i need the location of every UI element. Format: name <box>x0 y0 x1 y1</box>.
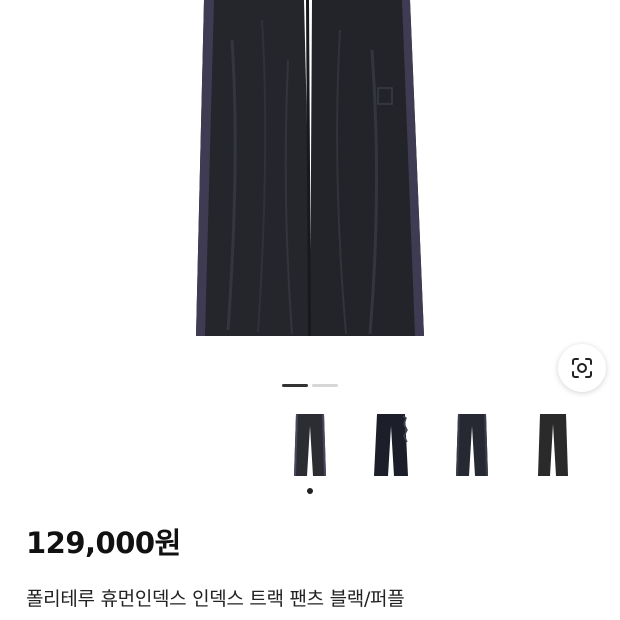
variant-thumbnail-3[interactable] <box>444 404 501 484</box>
pants-thumbnail-icon <box>374 414 408 476</box>
pants-thumbnail-icon <box>294 414 326 476</box>
selected-variant-indicator <box>307 488 313 494</box>
visual-search-icon <box>572 358 592 378</box>
visual-search-button[interactable] <box>558 344 606 392</box>
product-price: 129,000원 <box>26 526 181 560</box>
color-variant-thumbnails <box>282 404 582 484</box>
variant-thumbnail-2[interactable] <box>363 404 420 484</box>
track-pants-illustration <box>196 0 424 336</box>
pants-thumbnail-icon <box>538 414 568 476</box>
pagination-dot-active[interactable] <box>282 384 308 387</box>
variant-thumbnail-1[interactable] <box>282 404 339 484</box>
product-title: 폴리테루 휴먼인덱스 인덱스 트랙 팬츠 블랙/퍼플 <box>26 588 405 610</box>
product-image[interactable] <box>0 0 620 372</box>
pagination-dot[interactable] <box>312 384 338 387</box>
pants-thumbnail-icon <box>456 414 488 476</box>
variant-thumbnail-4[interactable] <box>525 404 582 484</box>
image-pagination <box>282 384 338 387</box>
